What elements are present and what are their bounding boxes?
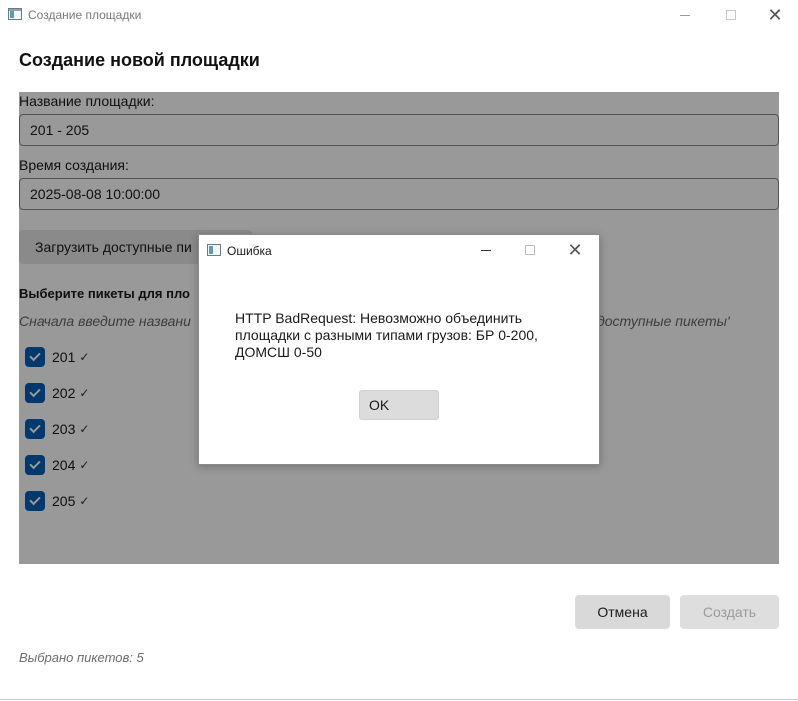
maximize-button[interactable] (708, 0, 754, 30)
app-icon (8, 8, 22, 20)
title-bar: Создание площадки ✕ (0, 0, 798, 30)
close-icon: ✕ (767, 5, 783, 25)
minimize-button[interactable] (662, 0, 708, 30)
create-button[interactable]: Создать (680, 595, 779, 629)
close-button[interactable]: ✕ (752, 0, 798, 30)
status-text: Выбрано пикетов: 5 (19, 650, 144, 665)
dialog-maximize-button[interactable] (508, 235, 552, 265)
error-message: HTTP BadRequest: Невозможно объединить п… (235, 310, 538, 360)
divider (0, 699, 798, 700)
minimize-icon (481, 249, 491, 251)
window-title: Создание площадки (28, 8, 142, 22)
maximize-icon (525, 245, 535, 255)
dialog-minimize-button[interactable] (464, 235, 508, 265)
dialog-title: Ошибка (227, 244, 272, 258)
ok-button[interactable]: OK (359, 390, 439, 420)
minimize-icon (680, 14, 690, 16)
cancel-button[interactable]: Отмена (575, 595, 670, 629)
page-title: Создание новой площадки (19, 50, 260, 70)
app-icon (207, 244, 221, 256)
error-dialog: Ошибка ✕ HTTP BadRequest: Невозможно объ… (198, 234, 600, 465)
dialog-close-button[interactable]: ✕ (553, 235, 597, 265)
maximize-icon (726, 10, 736, 20)
dialog-title-bar: Ошибка ✕ (199, 235, 599, 265)
close-icon: ✕ (567, 240, 583, 260)
